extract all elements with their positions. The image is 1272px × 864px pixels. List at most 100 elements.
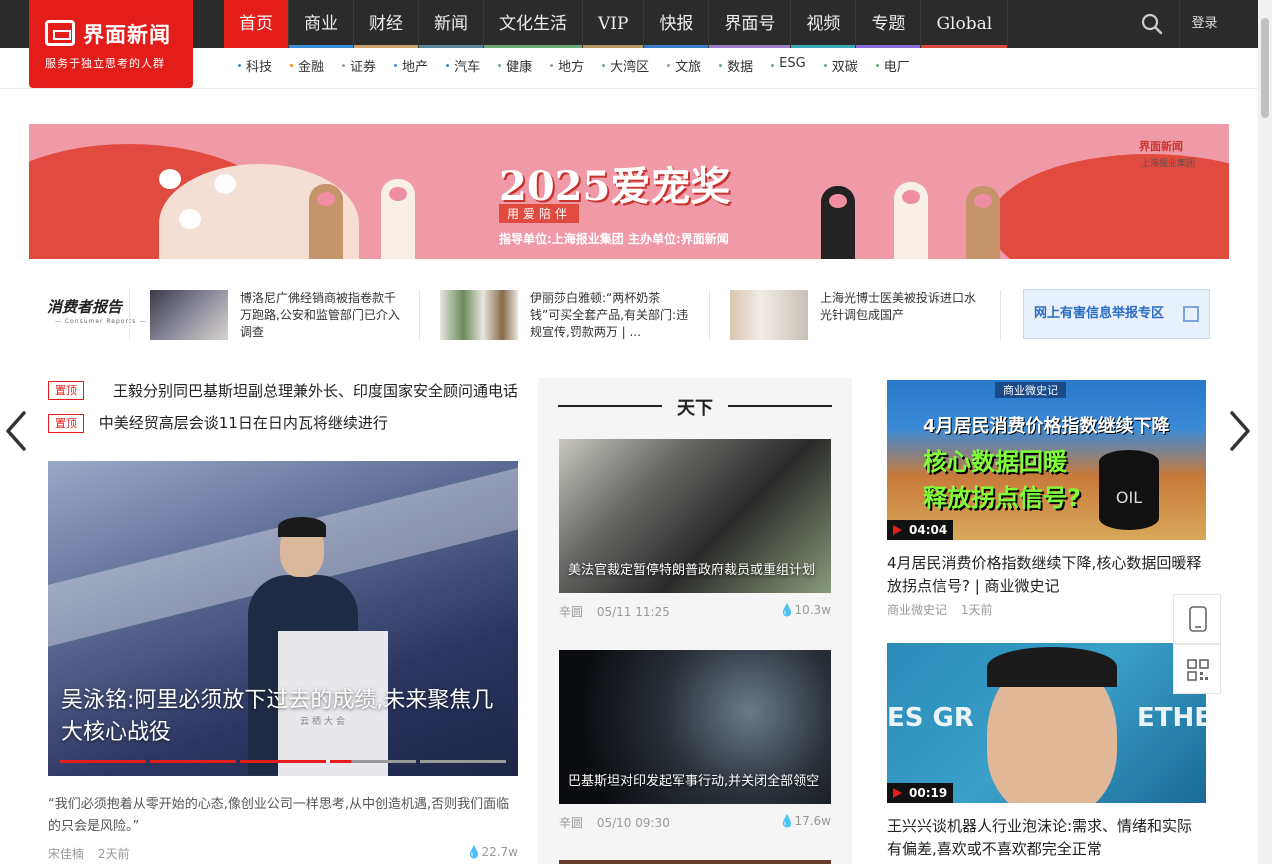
video-overlay-text: 释放拐点信号? — [923, 484, 1081, 512]
nav-item-business[interactable]: 商业 — [289, 0, 354, 48]
banner-brand-sub: 上海报业集团 — [1141, 159, 1196, 169]
logo-mark-icon — [45, 20, 75, 46]
card-time: 1天前 — [960, 603, 993, 617]
report-link-2[interactable]: 伊丽莎白雅顿:“两杯奶茶钱”可买全套产品,有关部门:违规宣传,罚款两万 | ..… — [530, 290, 690, 342]
card-views: 💧10.3w — [779, 603, 832, 617]
pinned-item-1[interactable]: 置顶 — [48, 381, 94, 400]
subnav-item-power[interactable]: 电厂 — [875, 56, 910, 75]
carousel-dot[interactable] — [60, 760, 146, 763]
nav-item-global[interactable]: Global — [921, 0, 1009, 48]
video-card-image-2[interactable]: ES GR ETHE 00:19 — [887, 643, 1206, 803]
video-card-meta-1: 商业微史记 1天前 — [887, 601, 992, 618]
subnav-item-culture-travel[interactable]: 文旅 — [667, 56, 701, 75]
report-thumb-1[interactable] — [150, 290, 228, 340]
hero-time: 2天前 — [97, 847, 130, 861]
subnav-item-greater-bay[interactable]: 大湾区 — [602, 56, 649, 75]
news-card-meta-1: 辛圆 05/11 11:25 💧10.3w — [559, 603, 831, 620]
scrollbar-thumb[interactable] — [1261, 18, 1269, 118]
logo-title: 界面新闻 — [83, 22, 171, 47]
video-duration: 04:04 — [887, 520, 954, 540]
subnav-item-health[interactable]: 健康 — [498, 56, 532, 75]
qr-code-button[interactable] — [1173, 644, 1221, 694]
nav-item-home[interactable]: 首页 — [224, 0, 289, 48]
world-news-column: 天下 美法官裁定暂停特朗普政府裁员或重组计划 辛圆 05/11 11:25 💧1… — [538, 378, 852, 864]
video-card-title-2[interactable]: 王兴兴谈机器人行业泡沫论:需求、情绪和实际有偏差,喜欢或不喜欢都完全正常 — [887, 815, 1207, 861]
qr-icon — [1183, 306, 1199, 322]
paw-print-icon — [159, 169, 181, 189]
pet-award-banner[interactable]: 2025爱宠奖 用爱陪伴 指导单位:上海报业集团 主办单位:界面新闻 界面新闻 … — [29, 124, 1229, 259]
news-card-image-2[interactable]: 巴基斯坦对印发起军事行动,并关闭全部领空 — [559, 650, 831, 804]
carousel-dot[interactable] — [240, 760, 326, 763]
pinned-headline-2[interactable]: 中美经贸高层会谈11日在日内瓦将继续进行 — [99, 414, 388, 432]
hero-carousel[interactable]: 云栖大会 吴泳铭:阿里必须放下过去的成绩,未来聚焦几大核心战役 — [48, 461, 518, 776]
page-scrollbar[interactable] — [1258, 0, 1272, 864]
pinned-tag: 置顶 — [48, 381, 84, 400]
site-logo[interactable]: 界面新闻 服务于独立思考的人群 — [29, 0, 193, 88]
nav-item-flash[interactable]: 快报 — [644, 0, 710, 48]
video-card-image-1[interactable]: 商业微史记 4月居民消费价格指数继续下降 核心数据回暖 释放拐点信号? OIL … — [887, 380, 1206, 540]
card-time: 05/11 11:25 — [596, 605, 670, 619]
main-nav: 首页 商业 财经 新闻 文化生活 VIP 快报 界面号 视频 专题 Global — [224, 0, 1009, 48]
news-card-image-1[interactable]: 美法官裁定暂停特朗普政府裁员或重组计划 — [559, 439, 831, 593]
section-title[interactable]: 天下 — [538, 394, 852, 420]
nav-item-topics[interactable]: 专题 — [856, 0, 922, 48]
subnav-item-local[interactable]: 地方 — [550, 56, 584, 75]
report-thumb-2[interactable] — [440, 290, 518, 340]
next-arrow-icon[interactable] — [1228, 409, 1252, 453]
nav-item-finance[interactable]: 财经 — [354, 0, 419, 48]
nav-item-culture[interactable]: 文化生活 — [484, 0, 583, 48]
card-author[interactable]: 商业微史记 — [887, 603, 947, 617]
consumer-report-logo-sub: — Consumer Reports — — [55, 318, 147, 325]
hero-description: “我们必须抱着从零开始的心态,像创业公司一样思考,从中创造机遇,否则我们面临的只… — [48, 797, 510, 834]
nav-item-vip[interactable]: VIP — [583, 0, 645, 48]
report-link-1[interactable]: 博洛尼广佛经销商被指卷款千万跑路,公安和监管部门已介入调查 — [240, 290, 400, 341]
nav-item-video[interactable]: 视频 — [791, 0, 857, 48]
consumer-report-logo[interactable]: 消费者报告 — [47, 296, 122, 317]
search-icon[interactable] — [1141, 13, 1163, 35]
carousel-dot[interactable] — [420, 760, 506, 763]
subnav-item-securities[interactable]: 证券 — [342, 56, 376, 75]
qr-code-icon — [1187, 659, 1209, 681]
video-duration: 00:19 — [887, 783, 954, 803]
login-button[interactable]: 登录 — [1179, 0, 1229, 48]
card-author[interactable]: 辛圆 — [559, 605, 583, 619]
divider — [1000, 290, 1001, 340]
sub-nav: 科技 金融 证券 地产 汽车 健康 地方 大湾区 文旅 数据 ESG 双碳 电厂 — [238, 56, 928, 75]
carousel-dot[interactable] — [150, 760, 236, 763]
nav-item-jiemian-hao[interactable]: 界面号 — [709, 0, 792, 48]
cat-paw-icon — [309, 184, 343, 259]
banner-decor — [989, 154, 1229, 259]
subnav-item-tech[interactable]: 科技 — [238, 56, 272, 75]
mobile-app-button[interactable] — [1173, 594, 1221, 644]
news-card-meta-2: 辛圆 05/10 09:30 💧17.6w — [559, 814, 831, 831]
pinned-item-2[interactable]: 置顶 中美经贸高层会谈11日在日内瓦将继续进行 — [48, 412, 388, 433]
carousel-indicators — [60, 760, 510, 763]
news-card-title-1[interactable]: 美法官裁定暂停特朗普政府裁员或重组计划 — [568, 561, 823, 581]
pinned-headline-1[interactable]: 王毅分别同巴基斯坦副总理兼外长、印度国家安全顾问通电话 — [95, 380, 518, 402]
subnav-item-esg[interactable]: ESG — [771, 56, 806, 75]
card-time: 05/10 09:30 — [596, 816, 670, 830]
report-link-3[interactable]: 上海光博士医美被投诉进口水光针调包成国产 — [820, 290, 980, 324]
news-card-title-2[interactable]: 巴基斯坦对印发起军事行动,并关闭全部领空 — [568, 772, 823, 792]
phone-icon — [1189, 606, 1207, 632]
prev-arrow-icon[interactable] — [4, 409, 28, 453]
card-author[interactable]: 辛圆 — [559, 816, 583, 830]
nav-item-news[interactable]: 新闻 — [419, 0, 484, 48]
hero-title[interactable]: 吴泳铭:阿里必须放下过去的成绩,未来聚焦几大核心战役 — [61, 685, 501, 749]
paw-print-icon — [214, 174, 236, 194]
hero-author[interactable]: 宋佳楠 — [48, 847, 84, 861]
video-overlay-text: ETHE — [1137, 703, 1206, 733]
video-card-title-1[interactable]: 4月居民消费价格指数继续下降,核心数据回暖释放拐点信号? | 商业微史记 — [887, 552, 1207, 598]
news-card-image-3[interactable] — [559, 860, 831, 864]
harmful-info-report-link[interactable]: 网上有害信息举报专区 — [1023, 289, 1210, 339]
report-thumb-3[interactable] — [730, 290, 808, 340]
hero-views: 💧22.7w — [466, 845, 519, 859]
subnav-item-carbon[interactable]: 双碳 — [823, 56, 858, 75]
carousel-dot[interactable] — [330, 760, 416, 763]
divider — [129, 290, 130, 340]
subnav-item-data[interactable]: 数据 — [719, 56, 753, 75]
cat-paw-icon — [821, 186, 855, 259]
subnav-item-realestate[interactable]: 地产 — [394, 56, 428, 75]
subnav-item-banking[interactable]: 金融 — [290, 56, 324, 75]
subnav-item-auto[interactable]: 汽车 — [446, 56, 480, 75]
